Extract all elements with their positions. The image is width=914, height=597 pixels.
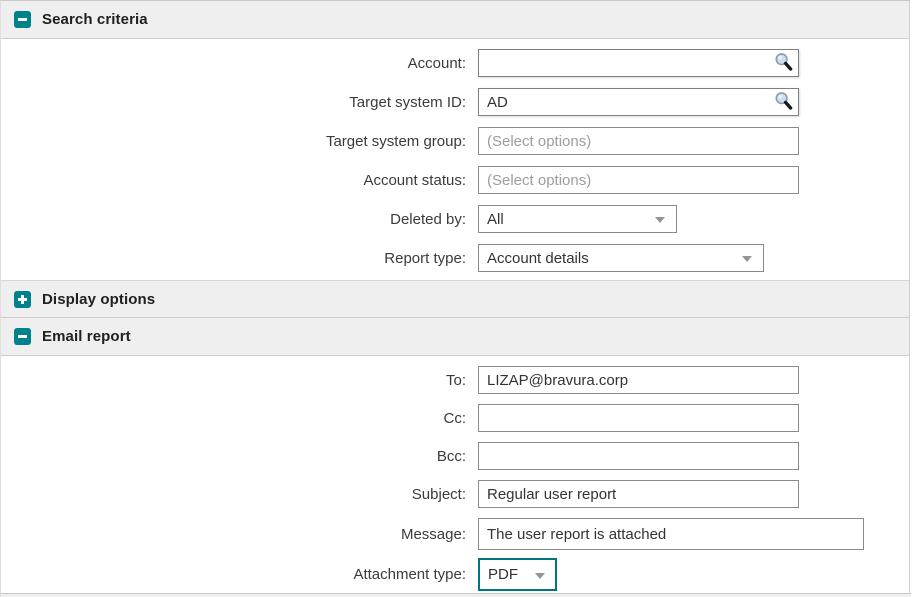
message-input[interactable] [478, 518, 864, 550]
target-system-group-label: Target system group: [1, 133, 478, 150]
report-form-page: Search criteria Account: Target system I… [0, 0, 910, 597]
to-label: To: [1, 372, 478, 389]
target-system-id-input[interactable] [478, 88, 799, 116]
deleted-by-selected-value: All [487, 211, 504, 228]
form-row-bcc: Bcc: [1, 442, 909, 470]
section-title: Search criteria [42, 11, 148, 28]
section-title: Display options [42, 291, 155, 308]
account-input[interactable] [478, 49, 799, 77]
form-row-account: Account: [1, 49, 909, 77]
attachment-type-selected-value: PDF [488, 566, 518, 583]
report-type-selected-value: Account details [487, 250, 589, 267]
collapse-section-icon[interactable] [14, 328, 31, 345]
section-header-email-report[interactable]: Email report [1, 318, 909, 356]
form-row-deleted-by: Deleted by: All [1, 205, 909, 233]
account-status-label: Account status: [1, 172, 478, 189]
account-status-multiselect[interactable] [478, 166, 799, 194]
email-report-body: To: Cc: Bcc: Subject: Message: Attachmen… [1, 356, 909, 591]
deleted-by-label: Deleted by: [1, 211, 478, 228]
section-header-display-options[interactable]: Display options [1, 280, 909, 318]
target-system-group-multiselect[interactable] [478, 127, 799, 155]
attachment-type-label: Attachment type: [1, 566, 478, 583]
form-row-subject: Subject: [1, 480, 909, 508]
bcc-input[interactable] [478, 442, 799, 470]
account-lookup-wrap [478, 49, 799, 77]
to-input[interactable] [478, 366, 799, 394]
target-system-id-label: Target system ID: [1, 94, 478, 111]
section-title: Email report [42, 328, 131, 345]
collapse-section-icon[interactable] [14, 11, 31, 28]
subject-input[interactable] [478, 480, 799, 508]
search-icon[interactable] [773, 51, 795, 73]
form-row-attachment-type: Attachment type: PDF [1, 558, 909, 591]
form-row-target-system-group: Target system group: [1, 127, 909, 155]
attachment-type-select[interactable]: PDF [478, 558, 557, 591]
form-row-report-type: Report type: Account details [1, 244, 909, 272]
form-row-account-status: Account status: [1, 166, 909, 194]
deleted-by-select[interactable]: All [478, 205, 677, 233]
form-row-message: Message: [1, 518, 909, 550]
expand-section-icon[interactable] [14, 291, 31, 308]
form-row-cc: Cc: [1, 404, 909, 432]
cc-input[interactable] [478, 404, 799, 432]
search-criteria-body: Account: Target system ID: [1, 39, 909, 280]
report-type-select[interactable]: Account details [478, 244, 764, 272]
section-header-search-criteria[interactable]: Search criteria [1, 1, 909, 39]
form-row-target-system-id: Target system ID: [1, 88, 909, 116]
bcc-label: Bcc: [1, 448, 478, 465]
chevron-down-icon [535, 573, 545, 579]
cc-label: Cc: [1, 410, 478, 427]
chevron-down-icon [742, 256, 752, 262]
chevron-down-icon [655, 217, 665, 223]
subject-label: Subject: [1, 486, 478, 503]
message-label: Message: [1, 526, 478, 543]
report-type-label: Report type: [1, 250, 478, 267]
target-system-id-lookup-wrap [478, 88, 799, 116]
next-section-divider [1, 593, 911, 597]
account-label: Account: [1, 55, 478, 72]
form-row-to: To: [1, 366, 909, 394]
search-icon[interactable] [773, 90, 795, 112]
